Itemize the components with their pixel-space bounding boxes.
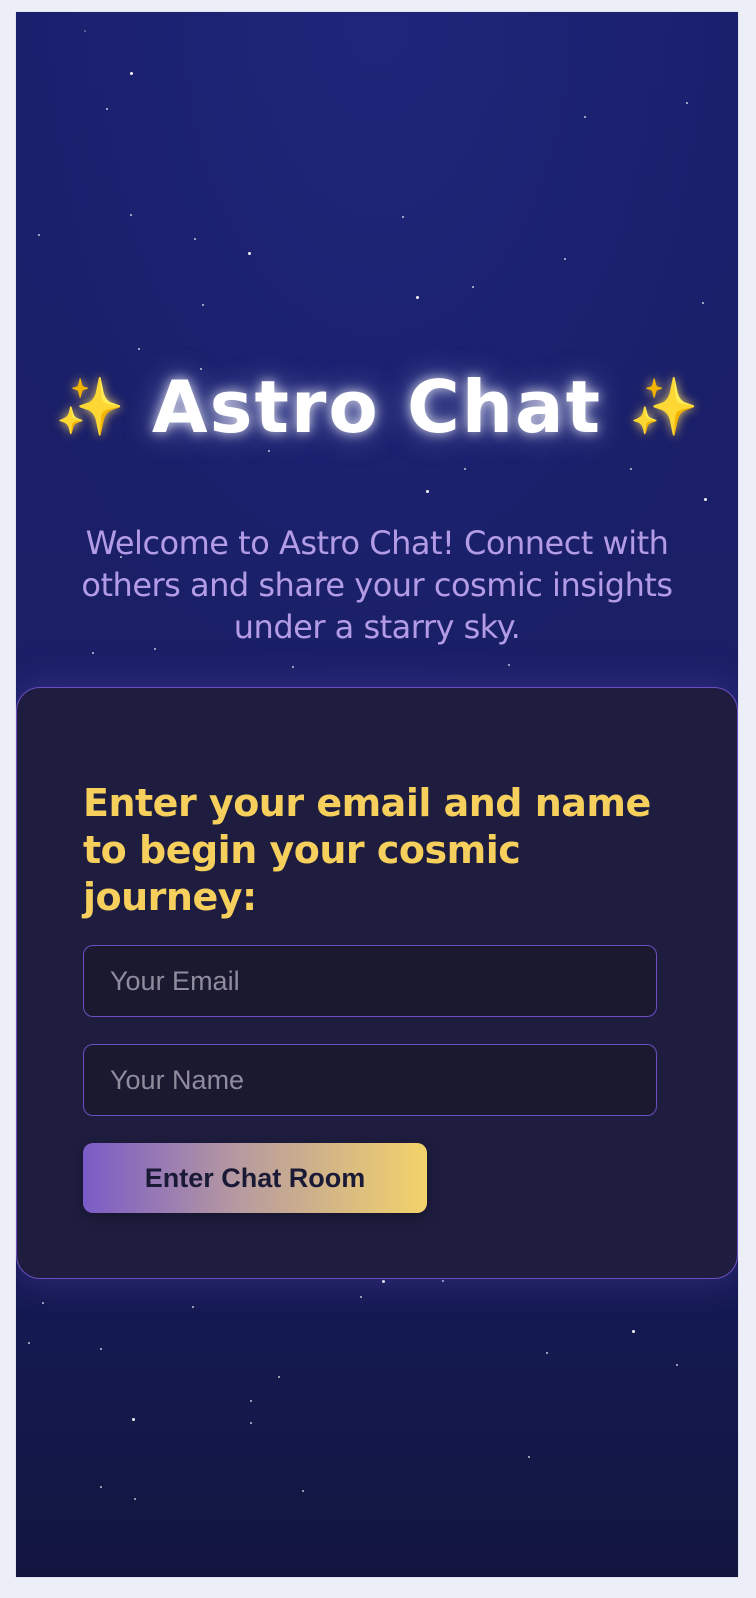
star bbox=[472, 286, 474, 288]
name-field[interactable] bbox=[83, 1044, 657, 1116]
star bbox=[28, 1342, 30, 1344]
star bbox=[360, 1296, 362, 1298]
page-title: ✨ Astro Chat ✨ bbox=[16, 364, 738, 451]
star bbox=[402, 216, 404, 218]
welcome-text: Welcome to Astro Chat! Connect with othe… bbox=[81, 524, 673, 646]
star bbox=[138, 348, 140, 350]
login-card: Enter your email and name to begin your … bbox=[16, 687, 738, 1279]
star bbox=[546, 1352, 548, 1354]
star bbox=[702, 302, 704, 304]
star bbox=[676, 1364, 678, 1366]
star bbox=[686, 102, 688, 104]
enter-chat-room-button[interactable]: Enter Chat Room bbox=[83, 1143, 427, 1213]
page-title-text: Astro Chat bbox=[151, 365, 603, 449]
app-window: ✨ Astro Chat ✨ Welcome to Astro Chat! Co… bbox=[16, 12, 738, 1577]
star bbox=[130, 214, 132, 216]
star bbox=[100, 1348, 102, 1350]
star bbox=[508, 664, 510, 666]
sparkles-icon: ✨ bbox=[55, 375, 125, 440]
star bbox=[132, 1418, 135, 1421]
star bbox=[278, 1376, 280, 1378]
star bbox=[442, 1280, 444, 1282]
star bbox=[704, 498, 707, 501]
star bbox=[38, 234, 40, 236]
star bbox=[584, 116, 586, 118]
star bbox=[564, 258, 566, 260]
star bbox=[416, 296, 419, 299]
star bbox=[250, 1400, 252, 1402]
star bbox=[100, 1486, 102, 1488]
star bbox=[106, 108, 108, 110]
star bbox=[632, 1330, 635, 1333]
sparkles-icon: ✨ bbox=[629, 375, 699, 440]
star bbox=[84, 30, 86, 32]
star bbox=[42, 1302, 44, 1304]
star bbox=[202, 304, 204, 306]
star bbox=[292, 666, 294, 668]
star bbox=[248, 252, 251, 255]
star bbox=[130, 72, 133, 75]
star bbox=[154, 648, 156, 650]
star bbox=[250, 1422, 252, 1424]
star bbox=[192, 1306, 194, 1308]
star bbox=[92, 652, 94, 654]
star bbox=[302, 1490, 304, 1492]
star bbox=[194, 238, 196, 240]
star bbox=[528, 1456, 530, 1458]
star bbox=[464, 468, 466, 470]
star bbox=[134, 1498, 136, 1500]
star bbox=[630, 468, 632, 470]
star bbox=[426, 490, 429, 493]
email-field[interactable] bbox=[83, 945, 657, 1017]
form-heading: Enter your email and name to begin your … bbox=[83, 781, 651, 919]
star bbox=[382, 1280, 385, 1283]
